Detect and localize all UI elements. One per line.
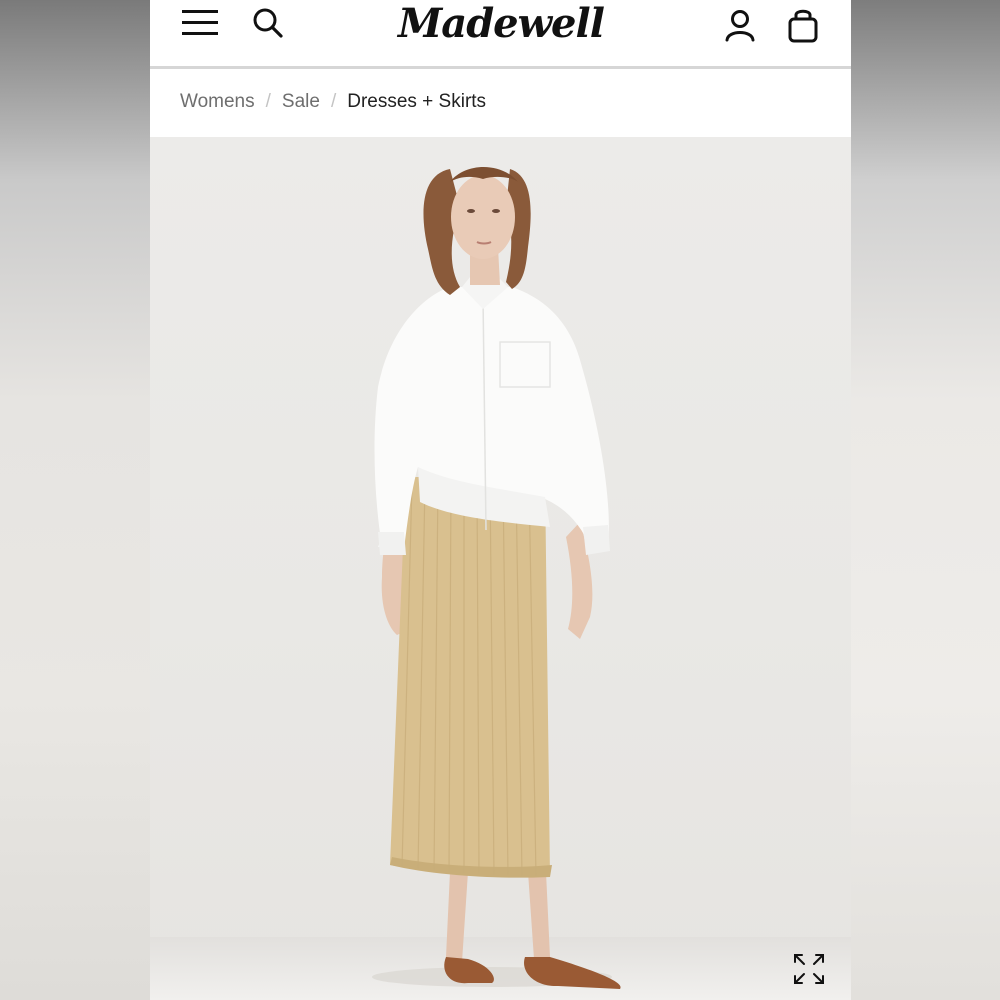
breadcrumb-current: Dresses + Skirts: [347, 91, 487, 112]
expand-icon[interactable]: [792, 952, 826, 986]
brand-logo[interactable]: Madewell: [398, 0, 605, 52]
breadcrumb-separator: /: [330, 91, 337, 112]
breadcrumb-sale[interactable]: Sale: [282, 91, 320, 113]
breadcrumb-separator: /: [265, 91, 271, 112]
left-background-blur: [0, 0, 150, 1000]
model-illustration: [372, 167, 621, 989]
account-icon[interactable]: [724, 9, 756, 43]
product-image[interactable]: [150, 137, 851, 1000]
search-icon[interactable]: [251, 6, 285, 40]
site-header: Madewell: [150, 0, 851, 66]
breadcrumb-womens[interactable]: Womens: [180, 91, 255, 113]
breadcrumb: Womens / Sale / Dresses + Skirts: [180, 88, 486, 116]
mobile-page: Madewell Womens / Sale / Dresses + Skirt…: [150, 0, 851, 1000]
shopping-bag-icon[interactable]: [786, 6, 820, 44]
hamburger-menu-icon[interactable]: [182, 6, 218, 38]
right-background-blur: [851, 0, 1000, 1000]
header-divider: [150, 66, 851, 69]
